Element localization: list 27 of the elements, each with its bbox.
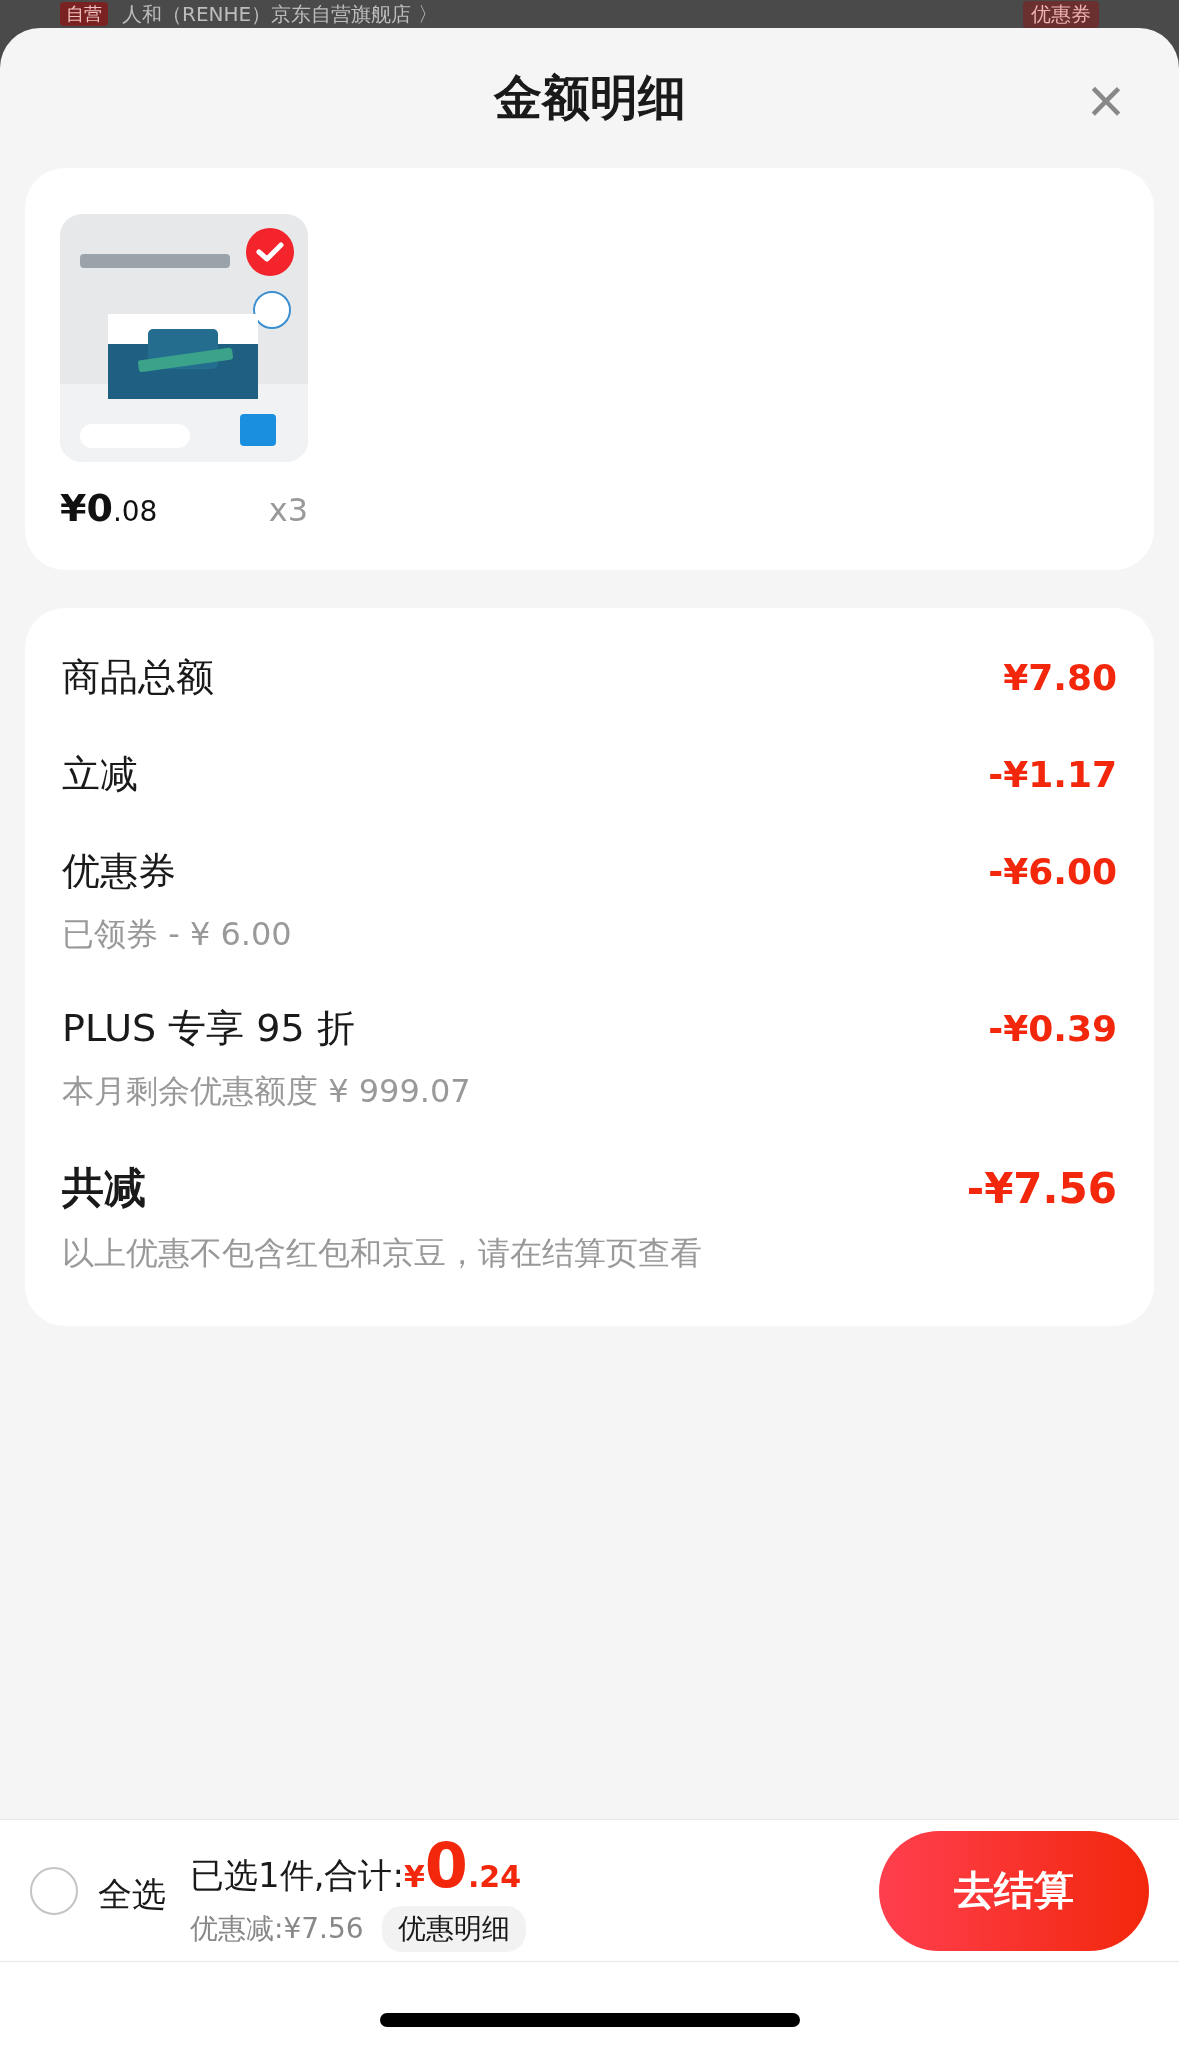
select-all-label: 全选: [98, 1872, 166, 1916]
total-price: ¥0.24: [403, 1829, 522, 1902]
price-item-amount: -¥0.39: [988, 1008, 1117, 1049]
total-discount-amount: -¥7.56: [966, 1163, 1117, 1213]
price-item-label: 优惠券: [62, 848, 176, 895]
price-item-label: PLUS 专享 95 折: [62, 1005, 355, 1052]
discount-summary: 优惠减:¥7.56: [190, 1911, 364, 1947]
discount-detail-link[interactable]: 优惠明细: [381, 1906, 526, 1952]
store-name: 人和（RENHE）京东自营旗舰店 〉: [122, 0, 438, 28]
price-item-note: 本月剩余优惠额度 ¥ 999.07: [62, 1071, 472, 1112]
price-item-amount: -¥6.00: [988, 851, 1117, 892]
coupon-label: 优惠券: [1023, 0, 1099, 28]
price-item-label: 立减: [62, 751, 138, 798]
product-quantity: x3: [268, 491, 308, 529]
select-all-radio[interactable]: [30, 1866, 78, 1915]
price-item-note: 以上优惠不包含红包和京豆，请在结算页查看: [62, 1233, 703, 1274]
price-item-amount: ¥7.80: [1003, 657, 1117, 698]
total-discount-label: 共减: [62, 1162, 146, 1214]
price-item-note: 已领券 - ¥ 6.00: [62, 914, 293, 955]
self-operated-badge: 自营: [60, 2, 108, 26]
selected-summary: 已选1件,合计:: [190, 1854, 404, 1897]
close-button[interactable]: ×: [1081, 76, 1131, 126]
price-item-label: 商品总额: [62, 654, 214, 701]
product-price: ¥0.08: [60, 486, 158, 530]
checkout-button[interactable]: 去结算: [879, 1830, 1149, 1951]
price-item-amount: -¥1.17: [988, 754, 1117, 795]
sheet-title: 金额明细: [493, 68, 686, 127]
